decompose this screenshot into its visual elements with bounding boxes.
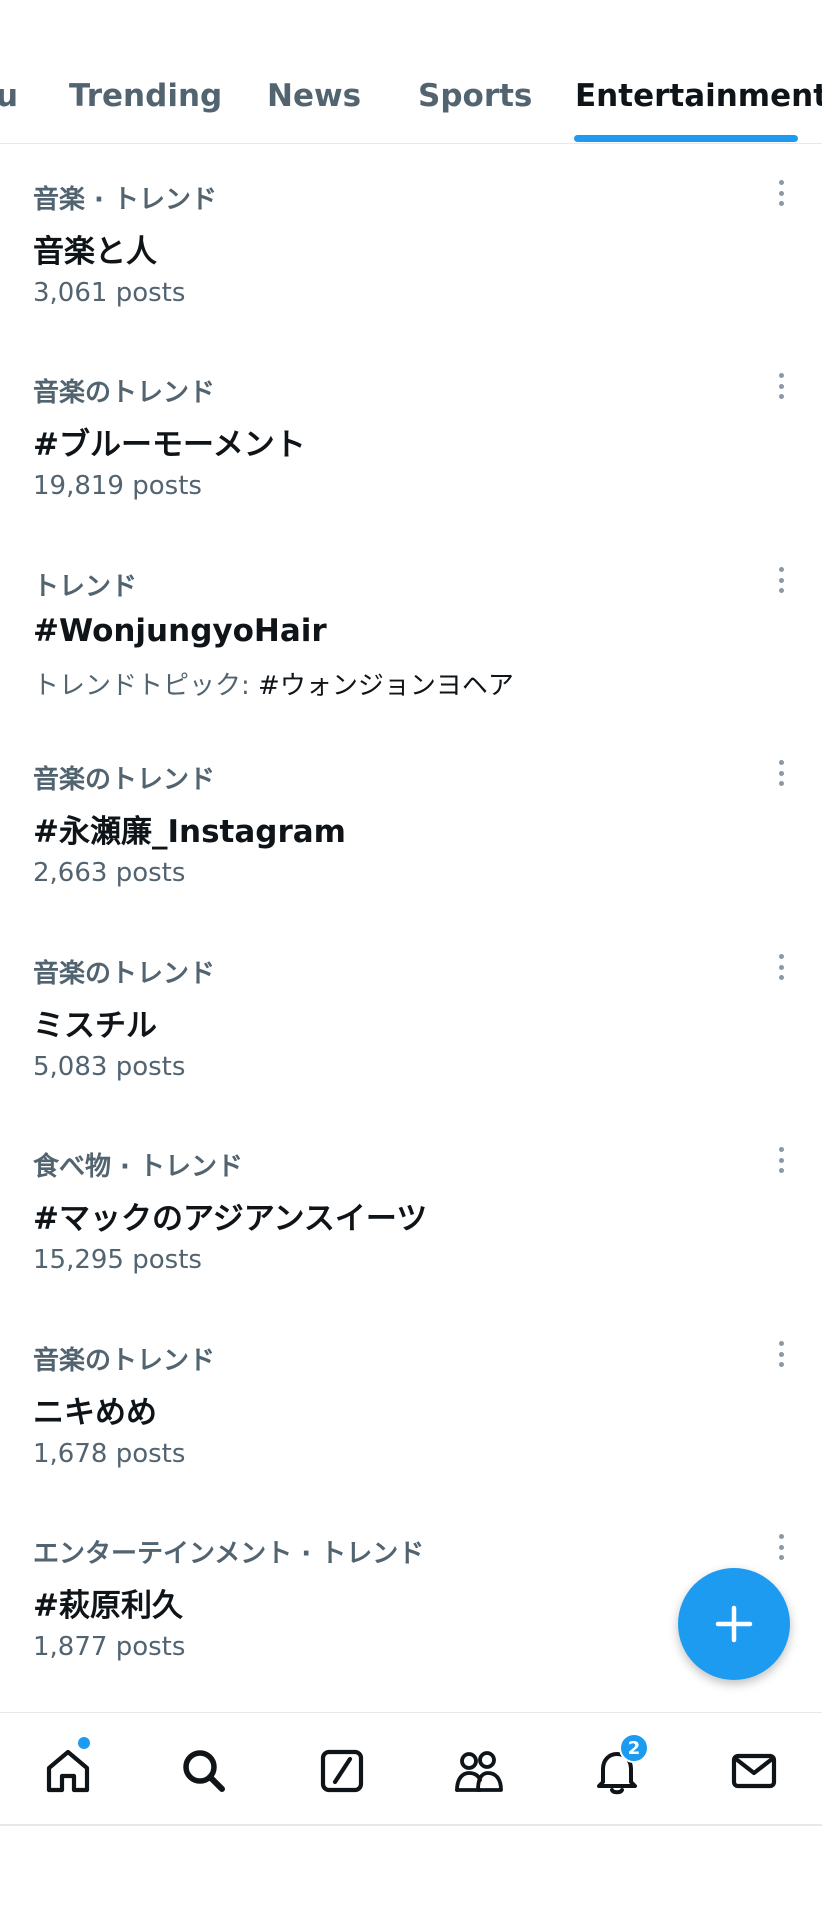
trend-item[interactable]: 食べ物 · トレンド #マックのアジアンスイーツ 15,295 posts — [0, 1127, 822, 1320]
compose-post-button[interactable] — [678, 1568, 790, 1680]
more-options-icon[interactable] — [766, 1143, 796, 1177]
trend-context: 音楽のトレンド — [33, 1346, 216, 1376]
nav-grok[interactable] — [314, 1743, 370, 1799]
trend-topic-tag: #ウォンジョンヨヘア — [258, 671, 514, 701]
trend-post-count: 5,083 posts — [33, 1052, 186, 1082]
nav-notifications[interactable]: 2 — [589, 1733, 649, 1799]
trend-item[interactable]: トレンド #WonjungyoHair トレンドトピック: #ウォンジョンヨヘア — [0, 547, 822, 740]
trend-name: #マックのアジアンスイーツ — [33, 1201, 428, 1237]
nav-explore[interactable] — [176, 1743, 232, 1799]
trend-item[interactable]: 音楽のトレンド ミスチル 5,083 posts — [0, 934, 822, 1127]
tab-trending[interactable]: Trending — [69, 78, 222, 114]
trend-name: ニキめめ — [33, 1395, 157, 1431]
trend-item[interactable]: 音楽のトレンド #ブルーモーメント 19,819 posts — [0, 353, 822, 546]
trend-topic-prefix: トレンドトピック: — [33, 671, 259, 701]
trend-item[interactable]: 音楽のトレンド #永瀬廉_Instagram 2,663 posts — [0, 740, 822, 933]
trend-item[interactable]: 音楽のトレンド ニキめめ 1,678 posts — [0, 1321, 822, 1514]
more-options-icon[interactable] — [766, 176, 796, 210]
mail-icon — [731, 1753, 777, 1789]
tab-news[interactable]: News — [267, 78, 361, 114]
search-icon — [183, 1750, 225, 1792]
active-tab-indicator — [574, 135, 798, 142]
trend-name: #永瀬廉_Instagram — [33, 814, 346, 850]
trend-post-count: 19,819 posts — [33, 471, 202, 501]
explore-tab-bar: u Trending News Sports Entertainment — [0, 0, 822, 144]
trend-context: 音楽のトレンド — [33, 765, 216, 795]
trend-item[interactable]: 音楽 · トレンド 音楽と人 3,061 posts — [0, 160, 822, 353]
trend-post-count: 3,061 posts — [33, 278, 186, 308]
bottom-navigation: 2 — [0, 1712, 822, 1826]
tab-sports[interactable]: Sports — [418, 78, 532, 114]
trend-name: #萩原利久 — [33, 1588, 183, 1624]
communities-icon — [455, 1751, 503, 1792]
trend-context: 食べ物 · トレンド — [33, 1152, 243, 1182]
trend-context: 音楽 · トレンド — [33, 185, 217, 215]
trend-context: トレンド — [33, 572, 138, 602]
trend-context: 音楽のトレンド — [33, 959, 216, 989]
trend-post-count: 15,295 posts — [33, 1245, 202, 1275]
nav-messages[interactable] — [726, 1743, 782, 1799]
tab-for-you[interactable]: u — [0, 78, 18, 114]
trend-name: ミスチル — [33, 1008, 157, 1044]
home-icon — [46, 1749, 90, 1793]
more-options-icon[interactable] — [766, 369, 796, 403]
trend-topic: トレンドトピック: #ウォンジョンヨヘア — [33, 665, 514, 702]
home-unread-dot — [78, 1737, 90, 1749]
trend-post-count: 1,678 posts — [33, 1439, 186, 1469]
more-options-icon[interactable] — [766, 950, 796, 984]
trend-name: #ブルーモーメント — [33, 427, 306, 463]
more-options-icon[interactable] — [766, 563, 796, 597]
more-options-icon[interactable] — [766, 1337, 796, 1371]
trend-context: 音楽のトレンド — [33, 378, 216, 408]
tab-entertainment[interactable]: Entertainment — [575, 78, 822, 114]
trend-context: エンターテインメント · トレンド — [33, 1539, 425, 1569]
plus-icon — [715, 1605, 753, 1643]
trend-post-count: 1,877 posts — [33, 1632, 186, 1662]
trend-name: #WonjungyoHair — [33, 613, 327, 649]
notification-count-badge: 2 — [619, 1733, 649, 1763]
nav-home[interactable] — [40, 1737, 96, 1799]
more-options-icon[interactable] — [766, 1530, 796, 1564]
more-options-icon[interactable] — [766, 756, 796, 790]
trend-name: 音楽と人 — [33, 234, 157, 270]
nav-communities[interactable] — [451, 1743, 507, 1799]
grok-icon — [320, 1749, 364, 1793]
trend-post-count: 2,663 posts — [33, 858, 186, 888]
